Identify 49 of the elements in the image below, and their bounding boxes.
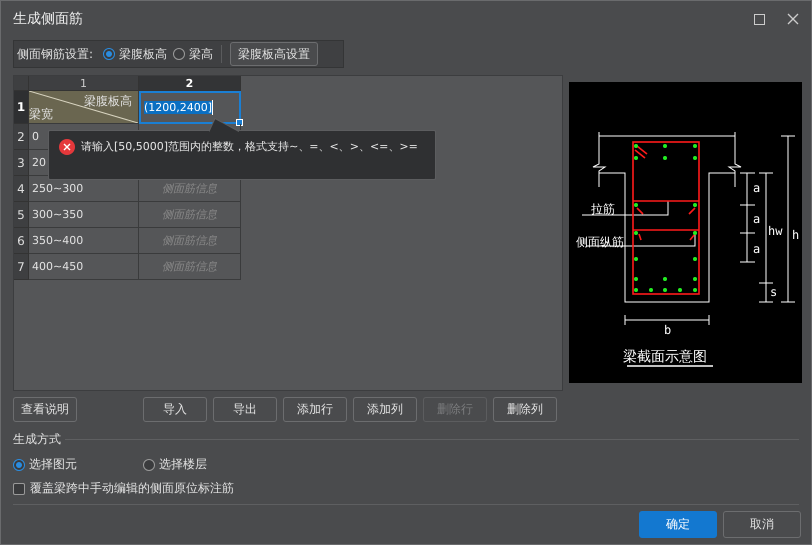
- table-cell: 250~300: [32, 182, 84, 195]
- radio-option[interactable]: 选择图元: [13, 456, 143, 473]
- table-cell: 0: [32, 130, 39, 143]
- edit-cell[interactable]: (1200,2400]: [139, 91, 241, 124]
- dimension-label: b: [664, 323, 672, 337]
- table-cell: 400~450: [32, 260, 84, 273]
- dimension-label: a: [753, 181, 760, 195]
- dimension-label: h: [792, 228, 800, 242]
- action-button[interactable]: 删除列: [493, 397, 557, 422]
- action-button[interactable]: 导入: [143, 397, 207, 422]
- table-cell: 20: [32, 156, 46, 169]
- corner-bottom-label: 梁宽: [29, 106, 53, 123]
- radio-option[interactable]: 梁腹板高: [103, 46, 168, 62]
- action-button[interactable]: 查看说明: [13, 397, 77, 422]
- error-icon: [59, 139, 75, 155]
- setting-label: 侧面钢筋设置:: [17, 46, 94, 62]
- row-header[interactable]: 6: [14, 228, 29, 254]
- maximize-icon[interactable]: [754, 14, 765, 24]
- action-button[interactable]: 导出: [213, 397, 277, 422]
- table-cell: 300~350: [32, 208, 84, 221]
- error-message: 请输入[50,5000]范围内的整数，格式支持~、=、<、>、<=、>=: [81, 139, 419, 155]
- override-checkbox[interactable]: 覆盖梁跨中手动编辑的侧面原位标注筋: [13, 480, 811, 497]
- row-header[interactable]: 4: [14, 176, 29, 202]
- dimension-label: 拉筋: [591, 202, 615, 216]
- column-header[interactable]: 1: [29, 76, 139, 91]
- action-button[interactable]: 添加列: [353, 397, 417, 422]
- corner-top-label: 梁腹板高: [84, 93, 132, 110]
- dimension-label: s: [770, 285, 778, 299]
- dimension-label: hw: [768, 224, 782, 238]
- row-header[interactable]: 7: [14, 254, 29, 280]
- window-title: 生成侧面筋: [13, 10, 83, 28]
- action-button[interactable]: 添加行: [283, 397, 347, 422]
- close-icon[interactable]: [787, 13, 799, 25]
- row-header[interactable]: 5: [14, 202, 29, 228]
- section-title: 生成方式: [13, 431, 61, 448]
- radio-option[interactable]: 选择楼层: [143, 456, 273, 473]
- dimension-label: a: [753, 242, 760, 256]
- row-header[interactable]: 2: [14, 124, 29, 150]
- row-header[interactable]: 3: [14, 150, 29, 176]
- confirm-button[interactable]: 确定: [639, 511, 717, 538]
- dimension-label: a: [753, 212, 760, 226]
- settings-button[interactable]: 梁腹板高设置: [230, 42, 318, 66]
- row-header[interactable]: 1: [14, 91, 29, 124]
- diagram-caption: 梁截面示意图: [623, 349, 707, 365]
- radio-option[interactable]: 梁高: [173, 46, 214, 62]
- table-cell: 350~400: [32, 234, 84, 247]
- cancel-button[interactable]: 取消: [723, 511, 801, 538]
- resize-handle[interactable]: [236, 119, 243, 126]
- column-header[interactable]: 2: [139, 76, 241, 91]
